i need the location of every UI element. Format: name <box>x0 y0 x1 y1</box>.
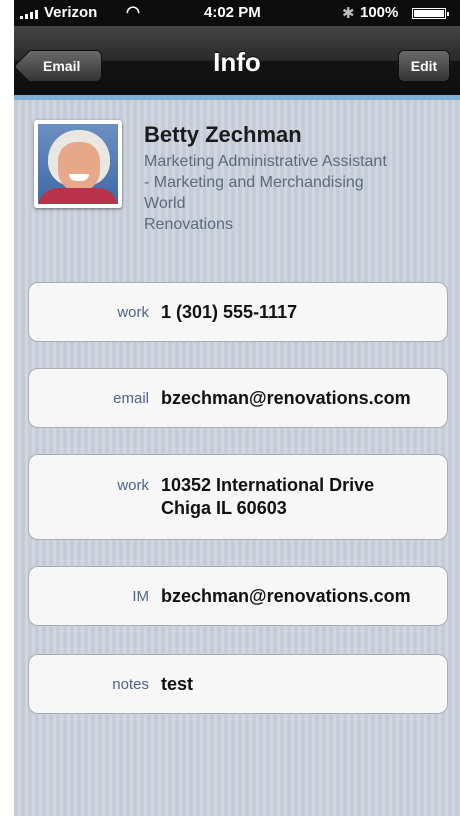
edit-button[interactable]: Edit <box>398 50 450 82</box>
im-value[interactable]: bzechman@renovations.com <box>161 585 411 608</box>
address-line[interactable]: Chiga IL 60603 <box>161 497 287 520</box>
field-label: notes <box>112 676 149 693</box>
contact-photo[interactable] <box>34 120 122 208</box>
notes-value[interactable]: test <box>161 673 193 696</box>
avatar <box>38 124 118 204</box>
work-address-field[interactable]: work 10352 International Drive Chiga IL … <box>28 454 448 540</box>
battery-percent: 100% <box>360 4 399 21</box>
subtitle-line: Marketing Administrative Assistant <box>144 153 387 170</box>
contact-name: Betty Zechman <box>144 122 302 147</box>
signal-icon <box>20 9 38 19</box>
work-phone-field[interactable]: work 1 (301) 555-1117 <box>28 282 448 342</box>
status-time: 4:02 PM <box>204 4 261 21</box>
status-bar: Verizon ◠ 4:02 PM ✱ 100% <box>14 0 460 26</box>
field-label: work <box>117 477 149 494</box>
page-title: Info <box>213 47 261 77</box>
subtitle-line: Renovations <box>144 216 233 233</box>
field-label: email <box>113 390 149 407</box>
subtitle-line: World <box>144 195 186 212</box>
contact-subtitle: Marketing Administrative Assistant - Mar… <box>144 151 460 235</box>
field-label: work <box>117 304 149 321</box>
notes-field[interactable]: notes test <box>28 654 448 714</box>
email-value[interactable]: bzechman@renovations.com <box>161 387 411 410</box>
bluetooth-icon: ✱ <box>342 5 355 22</box>
subtitle-line: - Marketing and Merchandising <box>144 174 364 191</box>
battery-icon <box>412 8 449 19</box>
carrier-label: Verizon <box>44 4 98 21</box>
address-line[interactable]: 10352 International Drive <box>161 474 374 497</box>
work-phone-value[interactable]: 1 (301) 555-1117 <box>161 301 297 324</box>
field-label: IM <box>132 588 149 605</box>
phone-screen: Verizon ◠ 4:02 PM ✱ 100% Email Info Edit… <box>14 0 460 816</box>
im-field[interactable]: IM bzechman@renovations.com <box>28 566 448 626</box>
wifi-icon: ◠ <box>126 4 140 21</box>
navigation-bar: Email Info Edit <box>14 26 460 100</box>
email-field[interactable]: email bzechman@renovations.com <box>28 368 448 428</box>
